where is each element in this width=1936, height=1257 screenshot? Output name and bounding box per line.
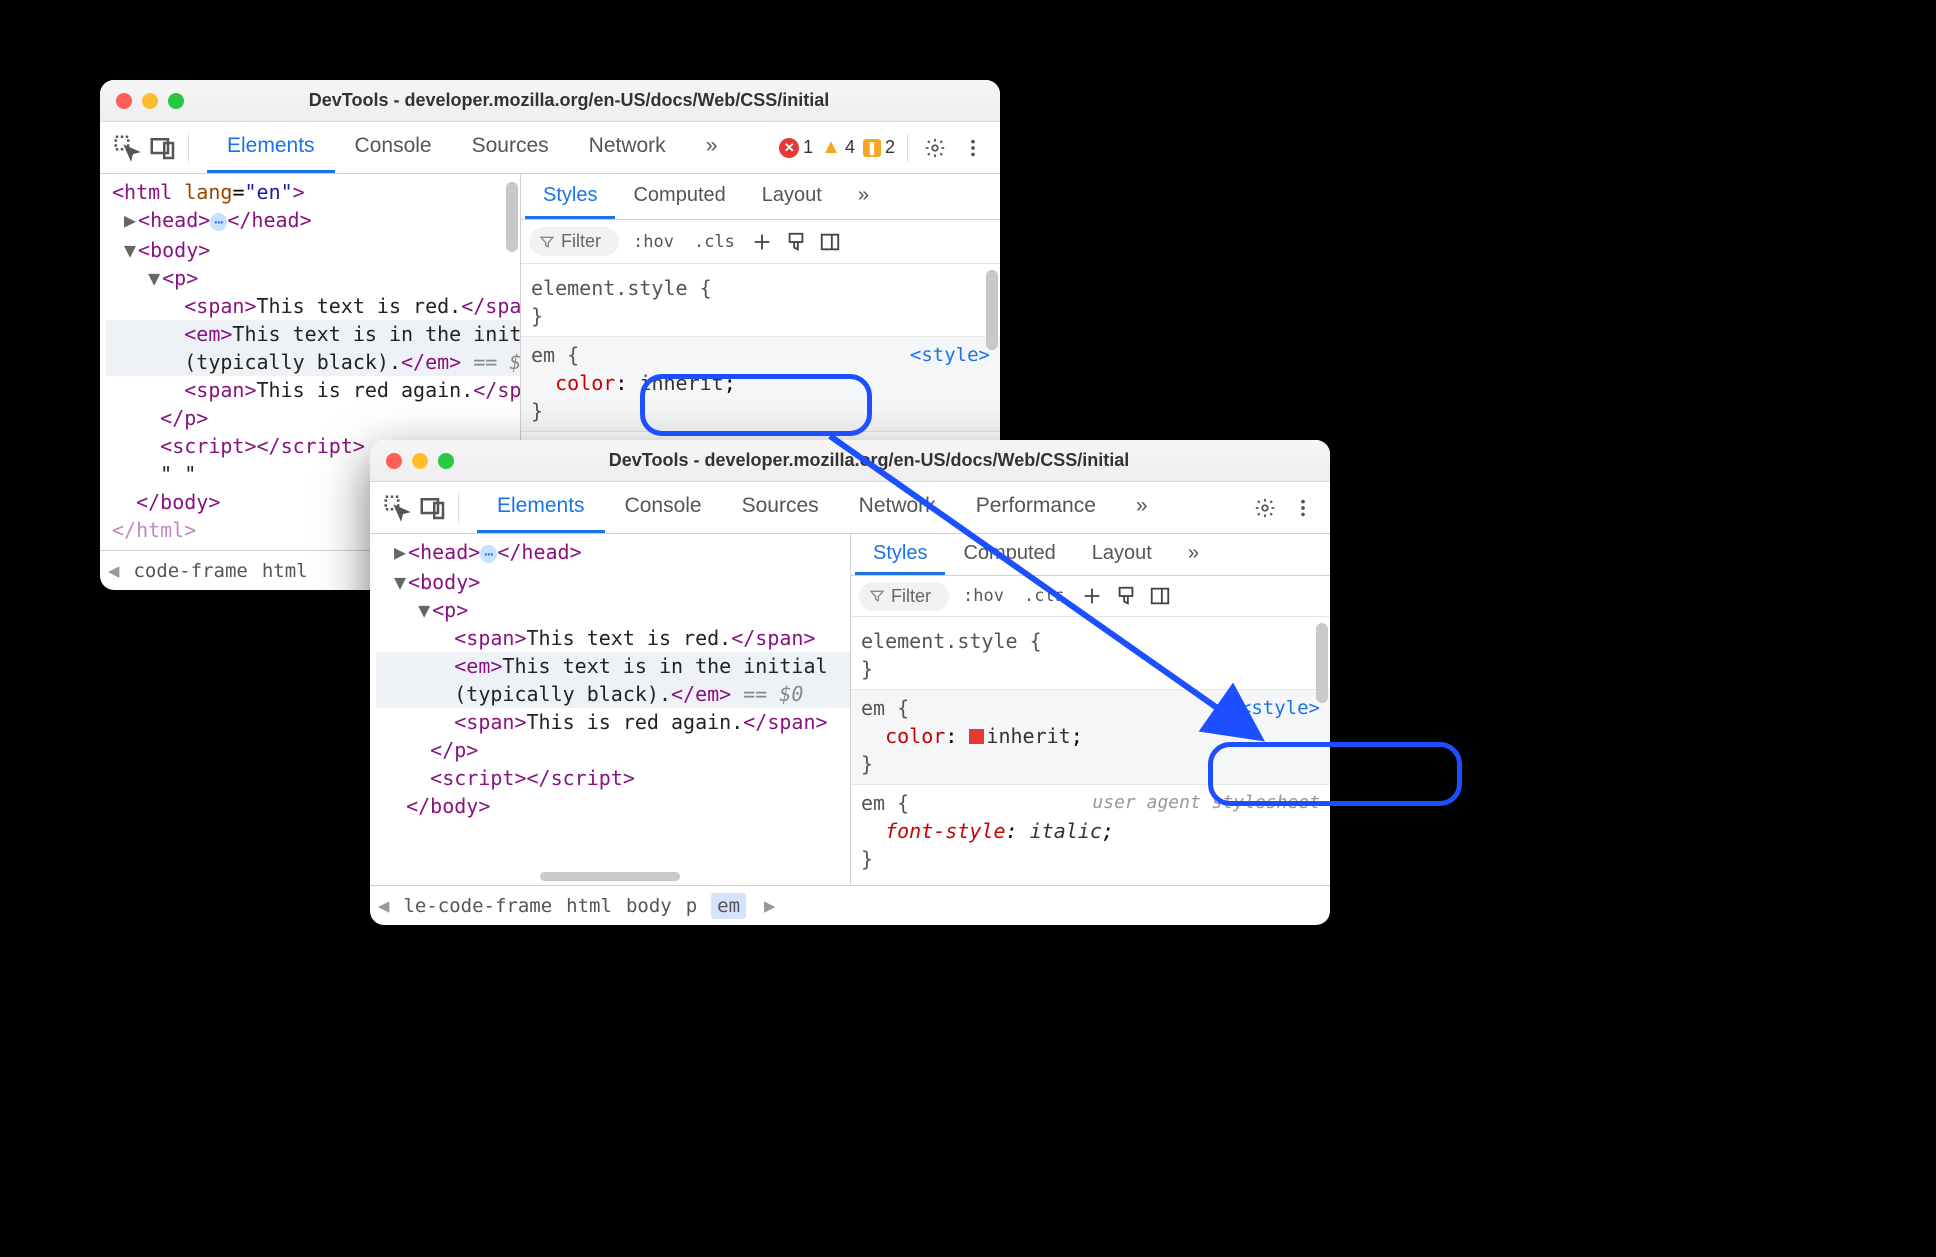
crumb[interactable]: le-code-frame	[403, 895, 552, 917]
close-icon[interactable]	[386, 453, 402, 469]
scrollbar[interactable]	[506, 182, 518, 252]
scrollbar-horiz[interactable]	[540, 872, 680, 881]
tab-console[interactable]: Console	[605, 482, 722, 533]
tab-network[interactable]: Network	[839, 482, 956, 533]
divider	[458, 493, 459, 523]
annotation-circle-after	[1208, 742, 1462, 806]
close-icon[interactable]	[116, 93, 132, 109]
color-swatch-icon[interactable]	[969, 729, 984, 744]
stab-layout[interactable]: Layout	[1074, 534, 1170, 575]
crumb-selected[interactable]: em	[711, 893, 746, 919]
chevron-left-icon[interactable]: ◀	[378, 895, 389, 917]
filter-placeholder: Filter	[891, 586, 931, 607]
filter-row: Filter :hov .cls	[521, 220, 1000, 264]
tab-elements[interactable]: Elements	[207, 122, 335, 173]
device-toggle-icon[interactable]	[148, 133, 178, 163]
filter-icon	[869, 588, 885, 604]
tab-console[interactable]: Console	[335, 122, 452, 173]
tab-network[interactable]: Network	[569, 122, 686, 173]
annotation-circle-before	[640, 374, 872, 436]
stab-more[interactable]: »	[1170, 534, 1217, 575]
tab-elements[interactable]: Elements	[477, 482, 605, 533]
stab-layout[interactable]: Layout	[744, 174, 840, 219]
filter-row: Filter :hov .cls	[851, 576, 1330, 617]
devtools-window-after: DevTools - developer.mozilla.org/en-US/d…	[370, 440, 1330, 925]
cls-toggle[interactable]: .cls	[688, 230, 741, 254]
stab-styles[interactable]: Styles	[525, 174, 615, 219]
scrollbar[interactable]	[1316, 623, 1328, 703]
dom-tree[interactable]: ▶<head>⋯</head> ▼<body> ▼<p> <span>This …	[370, 534, 850, 885]
filter-input[interactable]: Filter	[859, 582, 949, 611]
error-badge[interactable]: ✕1	[779, 137, 813, 158]
window-title: DevTools - developer.mozilla.org/en-US/d…	[464, 450, 1314, 471]
styles-tabbar: Styles Computed Layout »	[851, 534, 1330, 576]
chevron-right-icon[interactable]: ▶	[764, 895, 775, 917]
computed-panel-icon[interactable]	[817, 231, 843, 253]
styles-tabbar: Styles Computed Layout »	[521, 174, 1000, 220]
gear-icon[interactable]	[920, 133, 950, 163]
inspect-icon[interactable]	[112, 133, 142, 163]
filter-placeholder: Filter	[561, 231, 601, 252]
kebab-icon[interactable]	[1288, 493, 1318, 523]
stab-more[interactable]: »	[840, 174, 887, 219]
stab-styles[interactable]: Styles	[855, 534, 945, 575]
hov-toggle[interactable]: :hov	[627, 230, 680, 254]
crumb[interactable]: p	[686, 895, 697, 917]
minimize-icon[interactable]	[142, 93, 158, 109]
crumb[interactable]: html	[566, 895, 612, 917]
rule-element-style[interactable]: element.style { }	[851, 623, 1330, 690]
cls-toggle[interactable]: .cls	[1018, 584, 1071, 608]
new-rule-icon[interactable]	[749, 231, 775, 253]
crumb[interactable]: body	[626, 895, 672, 917]
divider	[907, 134, 908, 162]
main-toolbar: Elements Console Sources Network » ✕1 ▲4…	[100, 122, 1000, 174]
filter-icon	[539, 234, 555, 250]
window-title: DevTools - developer.mozilla.org/en-US/d…	[194, 90, 984, 111]
info-badge[interactable]: ❚2	[863, 137, 895, 158]
stab-computed[interactable]: Computed	[945, 534, 1073, 575]
rule-element-style[interactable]: element.style { }	[521, 270, 1000, 337]
hov-toggle[interactable]: :hov	[957, 584, 1010, 608]
panel-tabs: Elements Console Sources Network Perform…	[477, 482, 1168, 533]
divider	[188, 133, 189, 163]
traffic-lights	[386, 453, 454, 469]
tab-more[interactable]: »	[686, 122, 738, 173]
breadcrumb-bar[interactable]: ◀ le-code-frame html body p em ▶	[370, 885, 1330, 925]
style-source-link[interactable]: <style>	[1240, 694, 1320, 722]
panel-tabs: Elements Console Sources Network »	[207, 122, 737, 173]
scrollbar[interactable]	[986, 270, 998, 350]
styles-pane: Styles Computed Layout » Filter :hov .cl…	[850, 534, 1330, 885]
crumb[interactable]: code-frame	[133, 560, 247, 582]
main-toolbar: Elements Console Sources Network Perform…	[370, 482, 1330, 534]
traffic-lights	[116, 93, 184, 109]
stab-computed[interactable]: Computed	[615, 174, 743, 219]
tab-sources[interactable]: Sources	[722, 482, 839, 533]
titlebar: DevTools - developer.mozilla.org/en-US/d…	[370, 440, 1330, 482]
inspect-icon[interactable]	[382, 493, 412, 523]
chevron-left-icon[interactable]: ◀	[108, 560, 119, 582]
kebab-icon[interactable]	[958, 133, 988, 163]
tab-more[interactable]: »	[1116, 482, 1168, 533]
zoom-icon[interactable]	[438, 453, 454, 469]
brush-icon[interactable]	[783, 231, 809, 253]
zoom-icon[interactable]	[168, 93, 184, 109]
style-source-link[interactable]: <style>	[910, 341, 990, 369]
computed-panel-icon[interactable]	[1147, 585, 1173, 607]
warning-badge[interactable]: ▲4	[821, 136, 855, 159]
crumb[interactable]: html	[262, 560, 308, 582]
tab-performance[interactable]: Performance	[956, 482, 1116, 533]
device-toggle-icon[interactable]	[418, 493, 448, 523]
minimize-icon[interactable]	[412, 453, 428, 469]
tab-sources[interactable]: Sources	[452, 122, 569, 173]
gear-icon[interactable]	[1250, 493, 1280, 523]
filter-input[interactable]: Filter	[529, 227, 619, 256]
brush-icon[interactable]	[1113, 585, 1139, 607]
new-rule-icon[interactable]	[1079, 585, 1105, 607]
titlebar: DevTools - developer.mozilla.org/en-US/d…	[100, 80, 1000, 122]
